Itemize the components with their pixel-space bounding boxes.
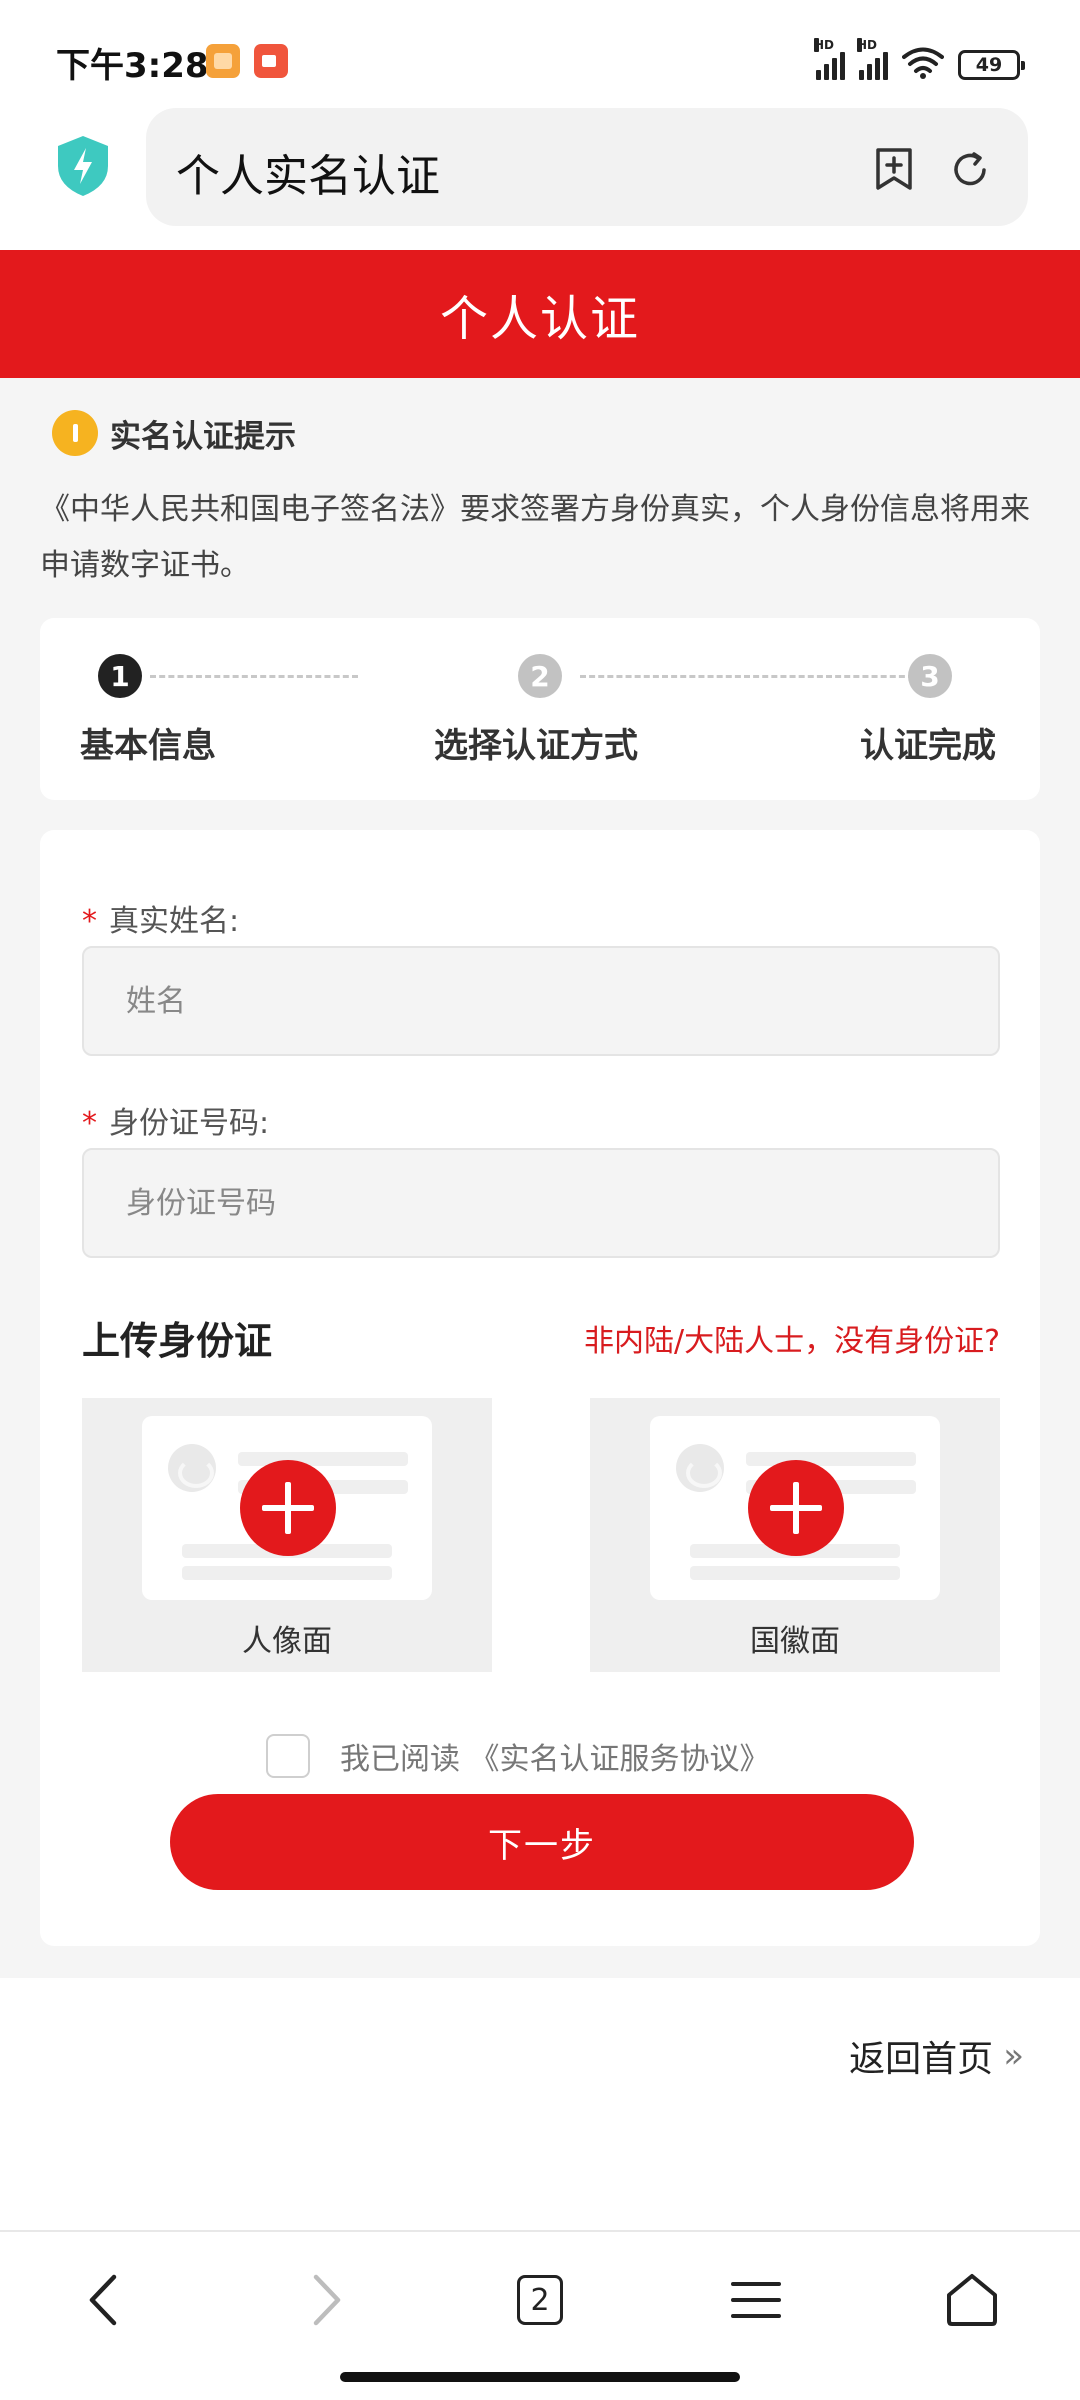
- gesture-home-indicator[interactable]: [340, 2372, 740, 2382]
- id-card-placeholder: [650, 1416, 940, 1600]
- menu-button[interactable]: [716, 2260, 796, 2340]
- step-1-indicator: 1: [98, 654, 142, 698]
- step-1-label: 基本信息: [80, 726, 216, 766]
- name-field-label: * 真实姓名:: [82, 896, 239, 940]
- page-title: 个人认证: [439, 291, 640, 347]
- upload-front-caption: 人像面: [242, 1624, 332, 1659]
- back-button[interactable]: [64, 2260, 144, 2340]
- agreement-row: 我已阅读 《实名认证服务协议》: [266, 1734, 770, 1778]
- home-icon: [947, 2274, 997, 2326]
- required-mark: *: [82, 904, 97, 939]
- name-label-text: 真实姓名:: [109, 904, 240, 939]
- notification-app-icon: [206, 44, 240, 78]
- warning-icon: [52, 410, 98, 456]
- status-bar: 下午3:28 HD HD 49: [0, 0, 1080, 100]
- id-field-label: * 身份证号码:: [82, 1098, 269, 1142]
- add-bookmark-icon[interactable]: [872, 146, 916, 192]
- back-home-link[interactable]: 返回首页 »: [849, 2030, 1024, 2082]
- notice-header: 实名认证提示: [52, 410, 296, 456]
- tabs-button[interactable]: 2: [500, 2260, 580, 2340]
- upload-id-back[interactable]: 国徽面: [590, 1398, 1000, 1672]
- name-input[interactable]: [82, 946, 1000, 1056]
- address-bar[interactable]: 个人实名认证: [146, 108, 1028, 226]
- upload-id-title: 上传身份证: [82, 1319, 273, 1363]
- notice-text: 《中华人民共和国电子签名法》要求签署方身份真实，个人身份信息将用来申请数字证书。: [40, 492, 1030, 583]
- identity-form: * 真实姓名: * 身份证号码: 上传身份证 非内陆/大陆人士，没有身份证? 人像面: [40, 830, 1040, 1946]
- next-step-button[interactable]: 下一步: [170, 1794, 914, 1890]
- double-chevron-icon: »: [1003, 2036, 1024, 2076]
- id-card-placeholder: [142, 1416, 432, 1600]
- emblem-placeholder-icon: [676, 1444, 724, 1492]
- main-content: 实名认证提示 《中华人民共和国电子签名法》要求签署方身份真实，个人身份信息将用来…: [0, 378, 1080, 1978]
- wifi-icon: [902, 47, 944, 79]
- menu-icon: [731, 2282, 781, 2318]
- step-2-indicator: 2: [518, 654, 562, 698]
- agreement-checkbox[interactable]: [266, 1734, 310, 1778]
- tabs-count-icon: 2: [517, 2275, 563, 2325]
- chevron-right-icon: [313, 2274, 341, 2326]
- page-header: 个人认证: [0, 250, 1080, 378]
- add-photo-icon[interactable]: [240, 1460, 336, 1556]
- page-title-in-address-bar[interactable]: 个人实名认证: [176, 140, 440, 204]
- progress-steps: 1 2 3 基本信息 选择认证方式 认证完成: [40, 618, 1040, 800]
- step-3-indicator: 3: [908, 654, 952, 698]
- id-number-input[interactable]: [82, 1148, 1000, 1258]
- step-2-label: 选择认证方式: [434, 726, 638, 766]
- battery-icon: 49: [958, 50, 1025, 80]
- agreement-link[interactable]: 我已阅读 《实名认证服务协议》: [340, 1734, 770, 1778]
- upload-id-front[interactable]: 人像面: [82, 1398, 492, 1672]
- step-connector: [150, 675, 358, 678]
- signal-icon: HD: [814, 38, 845, 80]
- step-3-label: 认证完成: [860, 726, 996, 766]
- security-shield-icon[interactable]: [54, 134, 112, 198]
- no-id-card-link[interactable]: 非内陆/大陆人士，没有身份证?: [584, 1316, 1000, 1360]
- chevron-left-icon: [89, 2274, 117, 2326]
- reload-icon[interactable]: [948, 148, 992, 192]
- forward-button[interactable]: [286, 2260, 366, 2340]
- video-recording-icon: [254, 44, 288, 78]
- id-label-text: 身份证号码:: [109, 1106, 270, 1141]
- add-photo-icon[interactable]: [748, 1460, 844, 1556]
- status-time: 下午3:28: [56, 46, 209, 86]
- back-home-label[interactable]: 返回首页: [849, 2030, 993, 2082]
- status-indicators: HD HD 49: [814, 38, 1025, 80]
- upload-back-caption: 国徽面: [750, 1624, 840, 1659]
- home-button[interactable]: [932, 2260, 1012, 2340]
- required-mark: *: [82, 1106, 97, 1141]
- browser-toolbar: 个人实名认证: [0, 100, 1080, 250]
- notice-title: 实名认证提示: [110, 418, 296, 455]
- portrait-placeholder-icon: [168, 1444, 216, 1492]
- signal-icon: HD: [857, 38, 888, 80]
- step-connector: [580, 675, 914, 678]
